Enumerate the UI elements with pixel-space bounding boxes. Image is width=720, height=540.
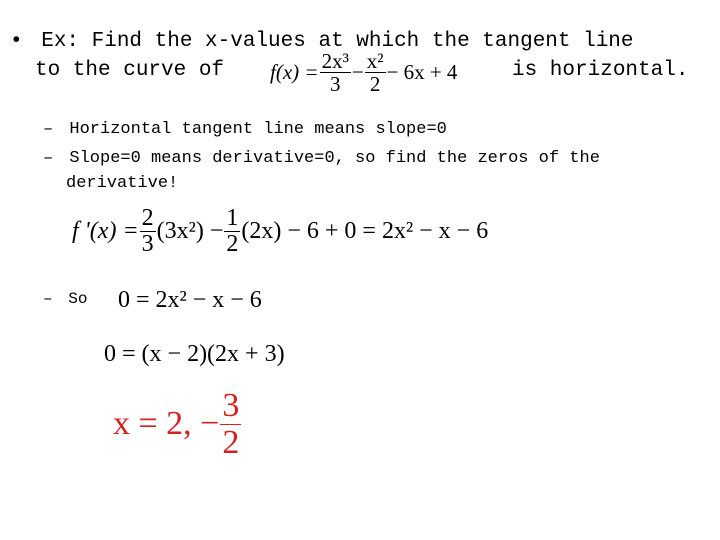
- frac1-denominator: 3: [141, 231, 154, 258]
- frac2-numerator: 1: [224, 205, 241, 233]
- frac2-denominator: 2: [226, 231, 239, 258]
- sub-bullet-1: – Horizontal tangent line means slope=0: [43, 120, 447, 139]
- function-lhs: f(x) =: [270, 60, 319, 85]
- frac1-numerator: 2: [139, 205, 156, 233]
- sub-bullet-2-cont: derivative!: [66, 174, 179, 193]
- sub-bullet-1-text: Horizontal tangent line means slope=0: [69, 120, 447, 139]
- intro-line-2-suffix: is horizontal.: [512, 59, 689, 82]
- intro-line-2-prefix: to the curve of: [35, 59, 225, 82]
- function-expression: f(x) = 2x³ 3 − x² 2 − 6x + 4: [270, 50, 457, 95]
- term2-denominator: 2: [369, 72, 381, 97]
- derivative-lhs: f '(x) =: [72, 218, 139, 245]
- equation-2: 0 = (x − 2)(2x + 3): [104, 341, 285, 367]
- derivative-expression: f '(x) = 2 3 (3x²) − 1 2 (2x) − 6 + 0 = …: [72, 205, 489, 258]
- sub-bullet-2: – Slope=0 means derivative=0, so find th…: [43, 149, 600, 168]
- answer-denominator: 2: [222, 423, 240, 461]
- so-label: So: [68, 290, 88, 308]
- term1-denominator: 3: [329, 72, 341, 97]
- answer-fraction: 3 2: [220, 387, 242, 461]
- term1-numerator: 2x³: [319, 49, 351, 74]
- sub-bullet-2-text: Slope=0 means derivative=0, so find the …: [69, 149, 600, 168]
- so-bullet: – So: [43, 290, 87, 308]
- derivative-frac2: 1 2: [224, 205, 241, 258]
- term2-numerator: x²: [364, 49, 386, 74]
- answer-numerator: 3: [220, 387, 242, 425]
- answer: x = 2, − 3 2: [113, 388, 242, 460]
- function-tail: − 6x + 4: [386, 60, 458, 85]
- function-term2: x² 2: [364, 49, 386, 97]
- equation-1: 0 = 2x² − x − 6: [118, 287, 262, 313]
- function-op1: −: [351, 60, 364, 85]
- function-term1: 2x³ 3: [319, 49, 351, 97]
- derivative-part2: (2x) − 6 + 0 = 2x² − x − 6: [241, 218, 489, 245]
- derivative-frac1: 2 3: [139, 205, 156, 258]
- answer-prefix: x = 2, −: [113, 405, 220, 443]
- sub-marker: –: [43, 120, 54, 139]
- sub-marker: –: [43, 149, 54, 168]
- derivative-part1: (3x²) −: [156, 218, 224, 245]
- sub-marker: –: [43, 290, 53, 308]
- bullet-marker: •: [10, 30, 23, 53]
